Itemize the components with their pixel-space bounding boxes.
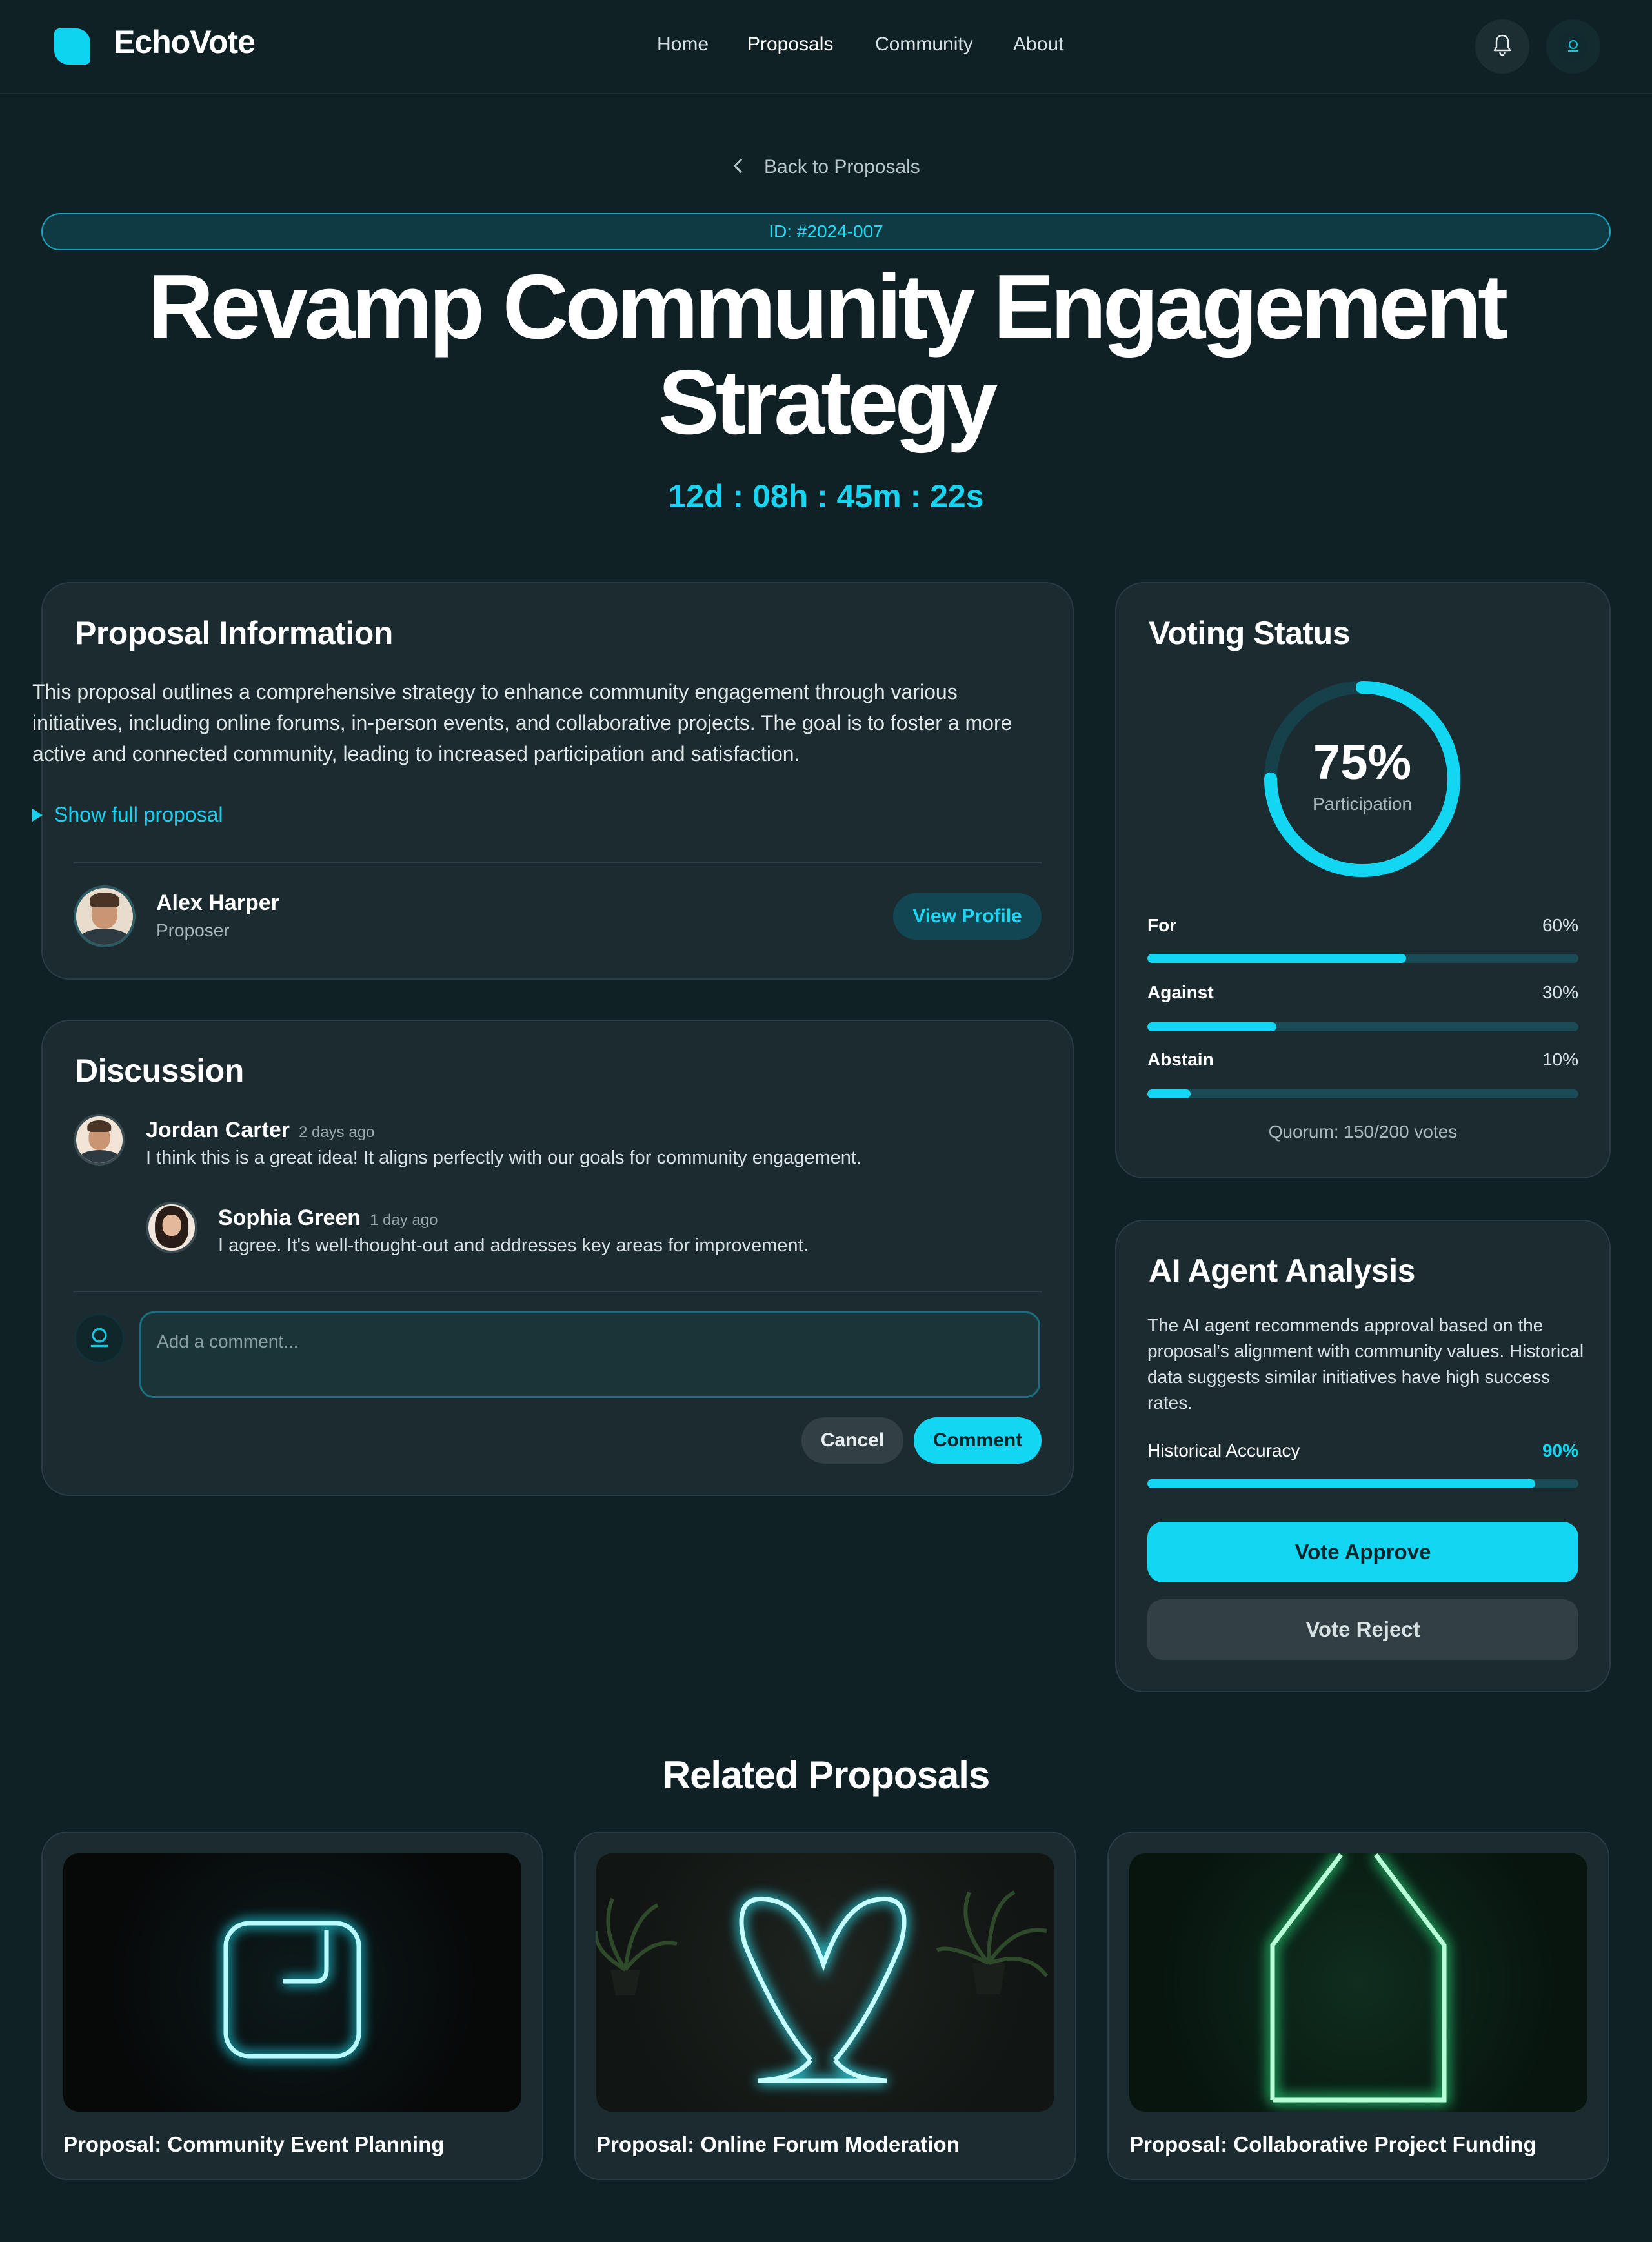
title-line-1: Revamp Community Engagement <box>147 256 1509 358</box>
ai-analysis-heading: AI Agent Analysis <box>1149 1253 1415 1289</box>
vote-reject-button[interactable]: Vote Reject <box>1147 1599 1578 1660</box>
proposal-info-heading: Proposal Information <box>75 615 393 651</box>
comment-button[interactable]: Comment <box>914 1417 1042 1464</box>
user-logo-icon <box>90 1328 108 1348</box>
against-bar-fill <box>1147 1022 1277 1031</box>
participation-percent: 75% <box>1313 735 1412 790</box>
logo-icon[interactable] <box>54 28 90 65</box>
user-avatar-button[interactable] <box>1546 19 1600 74</box>
for-percent: 60% <box>1542 915 1578 935</box>
against-percent: 30% <box>1542 982 1578 1002</box>
bell-icon <box>1493 34 1511 56</box>
reply-author: Sophia Green 1 day ago <box>218 1206 438 1230</box>
view-profile-button[interactable]: View Profile <box>893 893 1042 940</box>
nav-proposals[interactable]: Proposals <box>747 34 833 56</box>
countdown-timer: 12d : 08h : 45m : 22s <box>668 478 984 514</box>
nav-community[interactable]: Community <box>875 34 973 56</box>
related-proposal-card[interactable]: Proposal: Community Event Planning <box>41 1832 543 2180</box>
back-to-proposals-link[interactable]: Back to Proposals <box>733 156 920 178</box>
against-label: Against <box>1147 982 1214 1002</box>
voting-status-heading: Voting Status <box>1149 615 1351 651</box>
top-navbar: EchoVote Home Proposals Community About <box>0 0 1652 94</box>
reply-avatar <box>146 1202 197 1253</box>
divider <box>74 862 1042 863</box>
quorum-text: Quorum: 150/200 votes <box>1268 1122 1458 1142</box>
comment-avatar <box>74 1114 125 1166</box>
for-bar-fill <box>1147 954 1406 963</box>
show-full-proposal-toggle[interactable]: Show full proposal <box>32 803 223 827</box>
comment-input[interactable]: Add a comment... <box>139 1311 1040 1398</box>
proposer-name: Alex Harper <box>156 891 279 915</box>
accuracy-label: Historical Accuracy <box>1147 1440 1300 1460</box>
triangle-right-icon <box>32 809 43 822</box>
related-proposal-image <box>1129 1853 1587 2112</box>
nav-about[interactable]: About <box>1013 34 1063 56</box>
discussion-heading: Discussion <box>75 1053 244 1089</box>
comment-time: 2 days ago <box>298 1124 375 1141</box>
related-proposal-image <box>63 1853 521 2112</box>
plant-icon <box>596 1897 678 1995</box>
related-proposal-title: Proposal: Collaborative Project Funding <box>1129 2132 1536 2156</box>
related-proposal-card[interactable]: Proposal: Collaborative Project Funding <box>1107 1832 1609 2180</box>
chevron-left-icon <box>733 158 749 174</box>
for-bar <box>1147 954 1578 963</box>
neon-square-icon <box>221 1919 363 2061</box>
related-proposal-image <box>596 1853 1054 2112</box>
ai-analysis-text: The AI agent recommends approval based o… <box>1147 1315 1584 1413</box>
for-label: For <box>1147 915 1177 935</box>
accuracy-bar <box>1147 1479 1578 1488</box>
related-proposals-heading: Related Proposals <box>662 1753 991 1797</box>
vote-approve-button[interactable]: Vote Approve <box>1147 1522 1578 1582</box>
abstain-bar <box>1147 1089 1578 1098</box>
user-logo-icon <box>1568 40 1578 52</box>
avatar <box>1559 32 1587 61</box>
cancel-button[interactable]: Cancel <box>801 1417 903 1464</box>
reply-text: I agree. It's well-thought-out and addre… <box>218 1235 809 1256</box>
related-proposal-card[interactable]: Proposal: Online Forum Moderation <box>574 1832 1076 2180</box>
nav-home[interactable]: Home <box>657 34 709 56</box>
participation-label: Participation <box>1312 794 1413 814</box>
against-bar <box>1147 1022 1578 1031</box>
brand-name[interactable]: EchoVote <box>114 23 256 61</box>
page-title: Revamp Community Engagement Strategy <box>52 259 1600 450</box>
accuracy-percent: 90% <box>1542 1440 1578 1460</box>
comment-author: Jordan Carter 2 days ago <box>146 1118 375 1142</box>
related-proposal-title: Proposal: Online Forum Moderation <box>596 2132 960 2156</box>
proposal-id-badge: ID: #2024-007 <box>41 213 1611 250</box>
divider <box>74 1291 1042 1292</box>
title-line-2: Strategy <box>658 351 998 454</box>
accuracy-bar-fill <box>1147 1479 1536 1488</box>
reply-time: 1 day ago <box>370 1211 438 1229</box>
comment-text: I think this is a great idea! It aligns … <box>146 1147 861 1168</box>
neon-heart-icon <box>596 1890 1049 2085</box>
abstain-bar-fill <box>1147 1089 1191 1098</box>
abstain-label: Abstain <box>1147 1049 1214 1069</box>
proposal-description: This proposal outlines a comprehensive s… <box>32 680 1012 765</box>
proposer-avatar <box>74 885 136 947</box>
notifications-button[interactable] <box>1475 19 1529 74</box>
current-user-avatar <box>74 1313 125 1364</box>
plant-icon <box>936 1890 1049 1994</box>
abstain-percent: 10% <box>1542 1049 1578 1069</box>
proposer-role: Proposer <box>156 920 230 940</box>
neon-house-icon <box>1268 1853 1449 2105</box>
related-proposal-title: Proposal: Community Event Planning <box>63 2132 445 2156</box>
